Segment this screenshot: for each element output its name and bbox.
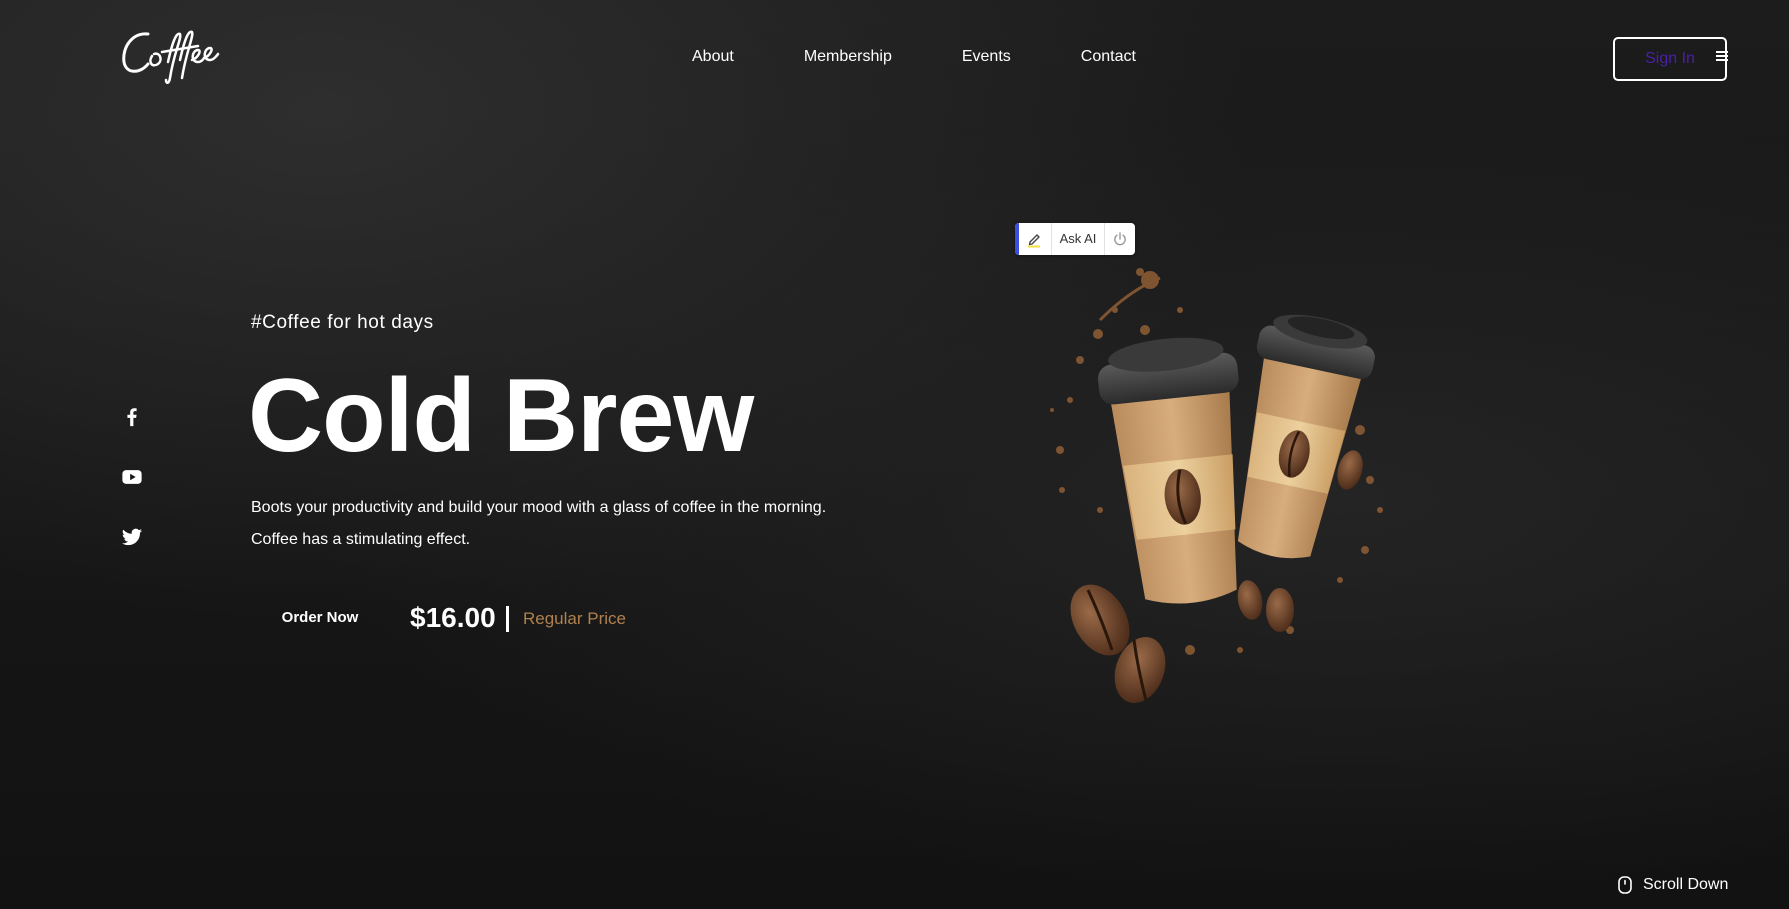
facebook-icon bbox=[127, 408, 137, 427]
facebook-link[interactable] bbox=[121, 406, 143, 428]
sign-in-button[interactable]: Sign In bbox=[1613, 37, 1727, 81]
nav-link-contact[interactable]: Contact bbox=[1081, 47, 1136, 67]
highlighter-icon bbox=[1028, 234, 1040, 248]
hero-title: Cold Brew bbox=[248, 358, 754, 474]
order-now-button[interactable]: Order Now bbox=[251, 600, 389, 636]
hero-tagline: #Coffee for hot days bbox=[251, 312, 434, 333]
scroll-down-link[interactable]: Scroll Down bbox=[1617, 875, 1728, 895]
power-icon bbox=[1114, 232, 1126, 246]
hamburger-icon[interactable] bbox=[1716, 51, 1728, 61]
price-label: Regular Price bbox=[523, 609, 626, 628]
coffee-cups-illustration bbox=[1040, 250, 1520, 730]
nav-link-about[interactable]: About bbox=[692, 47, 734, 67]
twitter-link[interactable] bbox=[121, 526, 143, 548]
scroll-down-label: Scroll Down bbox=[1643, 876, 1729, 893]
coffee-logo-icon bbox=[122, 30, 220, 84]
youtube-icon bbox=[122, 470, 142, 484]
brand-logo[interactable]: Coffee bbox=[118, 22, 222, 86]
coffee-cups-image bbox=[1050, 268, 1383, 703]
twitter-icon bbox=[121, 528, 143, 546]
nav-link-membership[interactable]: Membership bbox=[804, 47, 892, 67]
nav-link-events[interactable]: Events bbox=[962, 47, 1011, 67]
hero-description: Boots your productivity and build your m… bbox=[251, 492, 891, 556]
social-links bbox=[121, 406, 143, 586]
main-nav: About Membership Events Contact bbox=[692, 47, 1136, 67]
price-value: $16.00 bbox=[410, 602, 496, 633]
hero-description-line-1: Boots your productivity and build your m… bbox=[251, 499, 827, 516]
youtube-link[interactable] bbox=[121, 466, 143, 488]
hero-description-line-2: Coffee has a stimulating effect. bbox=[251, 531, 471, 548]
price-divider bbox=[506, 606, 509, 632]
mouse-icon bbox=[1618, 876, 1632, 894]
